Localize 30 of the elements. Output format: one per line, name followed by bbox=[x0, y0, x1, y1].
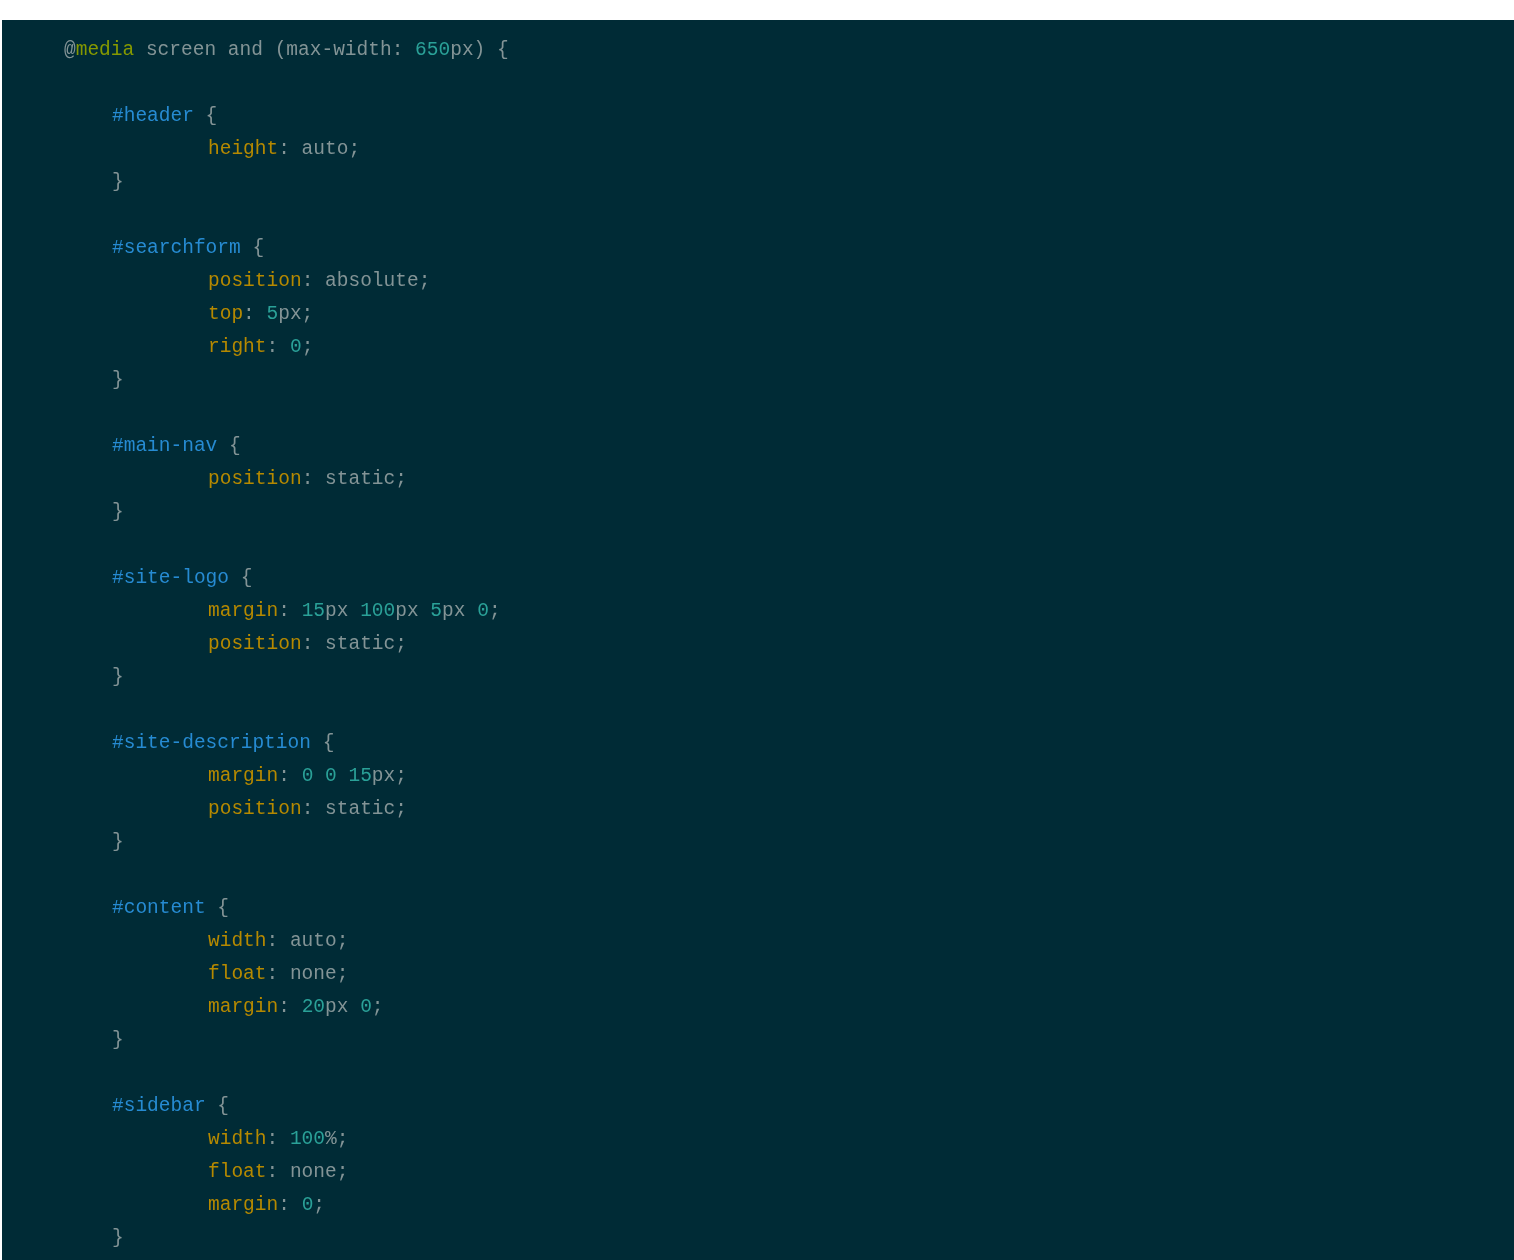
code-line: } bbox=[112, 368, 124, 393]
code-line: } bbox=[112, 1226, 124, 1251]
code-line: top: 5px; bbox=[208, 302, 314, 327]
code-line: position: static; bbox=[208, 632, 407, 657]
code-line: #sidebar { bbox=[112, 1094, 230, 1119]
code-line: #site-description { bbox=[112, 731, 335, 756]
code-line: right: 0; bbox=[208, 335, 314, 360]
code-line: margin: 20px 0; bbox=[208, 995, 384, 1020]
code-line: } bbox=[112, 170, 124, 195]
code-line: margin: 0 0 15px; bbox=[208, 764, 407, 789]
code-line: margin: 0; bbox=[208, 1193, 326, 1218]
code-line: @media screen and (max-width: 650px) { bbox=[64, 38, 509, 63]
code-line: } bbox=[112, 665, 124, 690]
code-line: #content { bbox=[112, 896, 230, 921]
code-line: #main-nav { bbox=[112, 434, 241, 459]
code-line: #searchform { bbox=[112, 236, 265, 261]
code-line: margin: 15px 100px 5px 0; bbox=[208, 599, 501, 624]
code-line: float: none; bbox=[208, 962, 349, 987]
code-line: position: static; bbox=[208, 467, 407, 492]
code-line: position: absolute; bbox=[208, 269, 431, 294]
code-line: } bbox=[112, 500, 124, 525]
code-line: float: none; bbox=[208, 1160, 349, 1185]
code-line: #header { bbox=[112, 104, 218, 129]
code-line: height: auto; bbox=[208, 137, 361, 162]
code-line: #site-logo { bbox=[112, 566, 253, 591]
code-line: } bbox=[112, 830, 124, 855]
code-line: } bbox=[112, 1028, 124, 1053]
code-line: width: 100%; bbox=[208, 1127, 349, 1152]
code-line: width: auto; bbox=[208, 929, 349, 954]
code-line: position: static; bbox=[208, 797, 407, 822]
